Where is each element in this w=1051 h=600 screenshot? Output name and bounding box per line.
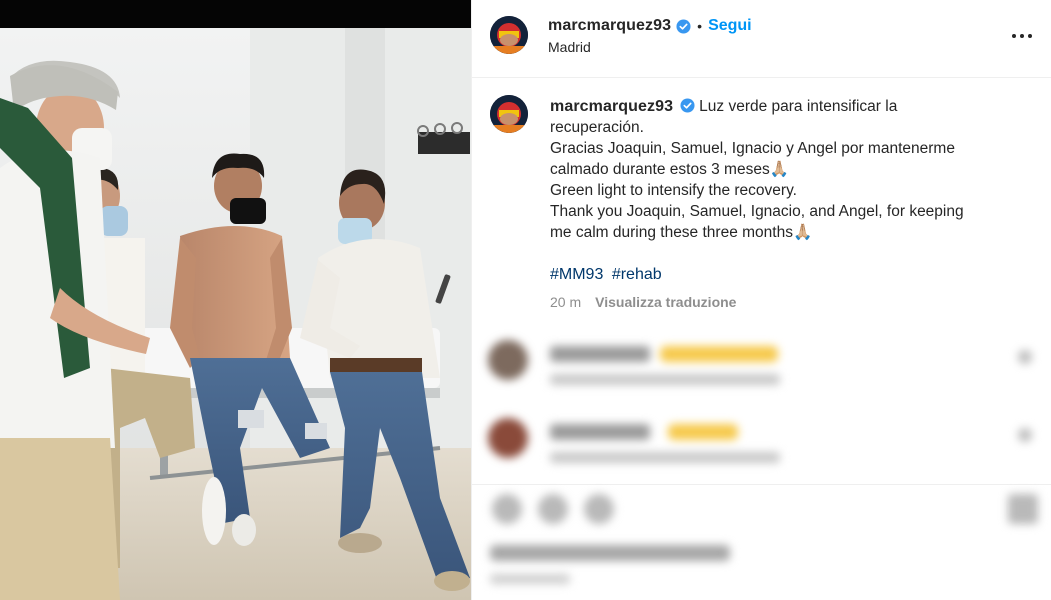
comment-icon[interactable] xyxy=(538,494,568,524)
author-username[interactable]: marcmarquez93 xyxy=(548,17,671,35)
comment-meta xyxy=(550,452,780,463)
caption-line: Thank you Joaquin, Samuel, Ignacio, and … xyxy=(550,203,964,220)
post-header: marcmarquez93 • Segui Madrid xyxy=(472,0,1051,78)
avatar-image xyxy=(490,16,528,54)
like-icon[interactable] xyxy=(492,494,522,524)
caption-author-avatar[interactable] xyxy=(490,95,528,133)
post-caption: marcmarquez93 Luz verde para intensificar… xyxy=(550,96,1020,243)
caption-meta: 20 m Visualizza traduzione xyxy=(550,294,736,310)
comment-emoji xyxy=(668,424,738,440)
post-location[interactable]: Madrid xyxy=(548,39,591,55)
caption-line: Green light to intensify the recovery. xyxy=(550,182,797,199)
photo-illustration xyxy=(0,28,471,600)
caption-line: calmado durante estos 3 meses🙏🏼 xyxy=(550,161,790,178)
more-horizontal-icon[interactable] xyxy=(1010,28,1034,44)
avatar-image xyxy=(490,95,528,133)
comment-username xyxy=(550,346,650,362)
translate-button[interactable]: Visualizza traduzione xyxy=(595,294,736,310)
comment-like-icon xyxy=(1018,428,1032,442)
caption-line: Gracias Joaquin, Samuel, Ignacio y Angel… xyxy=(550,140,955,157)
post-photo[interactable] xyxy=(0,28,471,600)
verified-badge-icon xyxy=(680,98,695,113)
likes-summary xyxy=(490,545,730,561)
comment-avatar xyxy=(488,418,528,458)
caption-line: marcmarquez93 Luz verde para intensificar… xyxy=(550,96,1020,117)
author-row: marcmarquez93 • Segui xyxy=(548,16,752,36)
comment-meta xyxy=(550,374,780,385)
blurred-comment xyxy=(472,412,1051,472)
comment-like-icon xyxy=(1018,350,1032,364)
post-photo-panel xyxy=(0,0,471,600)
bookmark-icon[interactable] xyxy=(1008,494,1038,524)
comment-avatar xyxy=(488,340,528,380)
caption-line: recuperación. xyxy=(550,119,644,136)
share-icon[interactable] xyxy=(584,494,614,524)
photo-top-bar xyxy=(0,0,471,28)
comment-username xyxy=(550,424,650,440)
hashtag-link[interactable]: #MM93 xyxy=(550,266,603,283)
comment-emoji xyxy=(660,346,778,362)
author-avatar[interactable] xyxy=(490,16,528,54)
time-ago: 20 m xyxy=(550,294,582,310)
separator-dot: • xyxy=(697,18,703,34)
hashtag-link[interactable]: #rehab xyxy=(612,266,662,283)
hashtag-row: #MM93 #rehab xyxy=(550,266,666,284)
caption-line: me calm during these three months🙏🏼 xyxy=(550,224,813,241)
divider xyxy=(472,484,1051,485)
post-details-panel: marcmarquez93 • Segui Madrid marcmarquez… xyxy=(471,0,1051,600)
follow-button[interactable]: Segui xyxy=(708,17,752,35)
verified-badge-icon xyxy=(676,18,691,34)
blurred-comment xyxy=(472,334,1051,394)
caption-username[interactable]: marcmarquez93 xyxy=(550,98,673,115)
caption-text: Luz verde para intensificar la xyxy=(699,98,898,115)
action-bar xyxy=(488,494,1038,528)
post-timestamp xyxy=(490,574,570,584)
